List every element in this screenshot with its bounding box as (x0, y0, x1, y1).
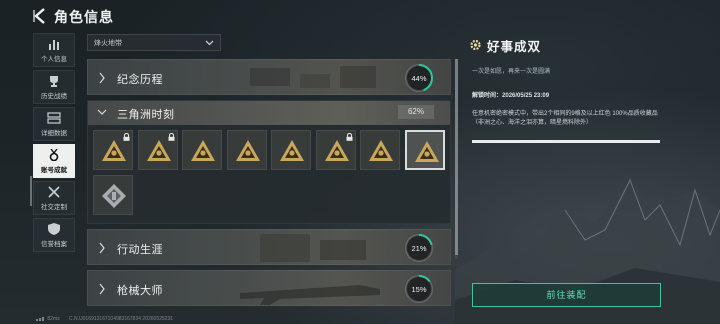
category-artwork (260, 234, 366, 262)
ping-value: 82ms (47, 316, 60, 322)
go-equip-button[interactable]: 前往装配 (472, 283, 661, 307)
achievement-gear-icon (470, 39, 481, 51)
badge-emblem-icon (235, 140, 260, 161)
progress-percent: 62% (398, 105, 434, 119)
build-id: C.N.U016913167104983167834 20260525231 (69, 316, 173, 322)
achievement-badge[interactable] (182, 130, 222, 170)
shield-icon (48, 222, 60, 235)
progress-ring: 44% (405, 64, 433, 92)
trophy-icon (50, 75, 58, 87)
lock-icon (168, 133, 174, 141)
achievement-badge[interactable] (360, 130, 400, 170)
tools-icon (48, 185, 60, 198)
sidebar-item-label: 信誉档案 (41, 240, 67, 248)
sidebar-item-details[interactable]: 详细数据 (33, 107, 75, 141)
badge-emblem-icon (146, 140, 171, 161)
progress-percent: 44% (411, 74, 426, 83)
achievement-progress-fill (472, 140, 660, 143)
achievement-badge[interactable] (404, 130, 445, 170)
footer-status: 82ms C.N.U016913167104983167834 20260525… (36, 316, 181, 322)
progress-percent: 15% (411, 285, 426, 294)
chevron-right-icon (99, 72, 105, 84)
chevron-down-icon (97, 109, 107, 115)
chevron-right-icon (99, 242, 105, 254)
sidebar-item-label: 历史战绩 (41, 92, 67, 100)
sidebar-item-label: 详细数据 (41, 129, 67, 137)
mode-filter-dropdown[interactable]: 烽火地带 (87, 34, 221, 51)
unlock-time: 解锁时间：2026/05/25 23:09 (472, 90, 549, 99)
dropdown-selected-value: 烽火地带 (94, 40, 122, 47)
sidebar: 个人信息 历史战绩 详细数据 账号成就 社交定制 信誉档案 (33, 33, 77, 255)
sidebar-item-label: 账号成就 (41, 166, 67, 174)
achievement-subtitle: 一次是如愿，再来一次是圆满 (472, 69, 551, 75)
page-title: 角色信息 (54, 9, 114, 25)
achievement-badge[interactable] (93, 130, 133, 170)
badge-emblem-icon (102, 140, 126, 161)
sidebar-item-achievements[interactable]: 账号成就 (33, 144, 75, 178)
bar-chart-icon (49, 39, 59, 50)
category-row-weapon-master[interactable]: 枪械大师 15% (87, 270, 451, 306)
back-arrow-icon[interactable] (32, 7, 48, 25)
badge-emblem-icon (324, 140, 349, 161)
medal-icon (49, 148, 59, 161)
badge-emblem-icon (191, 140, 215, 161)
sidebar-item-label: 个人信息 (41, 55, 67, 63)
achievement-badge[interactable] (137, 130, 178, 170)
category-artwork (250, 66, 376, 88)
sidebar-item-history[interactable]: 历史战绩 (33, 70, 75, 104)
chevron-down-icon (205, 40, 214, 46)
category-row-action-career[interactable]: 行动生涯 21% (87, 229, 451, 265)
lock-icon (123, 133, 130, 141)
category-artwork (240, 285, 380, 305)
progress-percent: 21% (411, 244, 426, 253)
achievement-category-list: 纪念历程 44% 三角洲时刻 62% 行动生涯 21% 枪械大师 15% (87, 59, 451, 324)
badge-emblem-icon (414, 141, 439, 162)
progress-ring: 21% (405, 234, 433, 262)
sidebar-active-marker (30, 176, 32, 206)
achievement-badge[interactable] (271, 130, 311, 170)
progress-ring: 15% (405, 275, 433, 303)
category-panel-delta-moments: 三角洲时刻 62% (87, 100, 451, 224)
sidebar-item-profile[interactable]: 个人信息 (33, 33, 75, 67)
header-bar: 角色信息 (0, 0, 720, 32)
list-scrollbar[interactable] (455, 59, 458, 255)
achievement-badge[interactable] (93, 175, 133, 215)
achievement-description: 任意机密绝密模式中，带出2个相同的9格及以上红色 100%品质收藏品（非洲之心、… (472, 111, 658, 126)
achievement-badge[interactable] (226, 130, 267, 170)
unlock-time-value: 2026/05/25 23:09 (502, 93, 550, 99)
category-name: 枪械大师 (117, 285, 163, 297)
achievement-progress-bar (472, 140, 660, 143)
data-panels-icon (47, 111, 61, 124)
achievement-badge[interactable] (315, 130, 356, 170)
badge-emblem-icon (369, 140, 393, 161)
lock-icon (346, 133, 352, 141)
badge-emblem-grey-icon (102, 184, 126, 208)
chevron-right-icon (99, 283, 105, 295)
category-name: 三角洲时刻 (117, 109, 175, 121)
achievement-title: 好事成双 (487, 40, 542, 54)
badge-emblem-icon (280, 140, 304, 161)
category-name: 纪念历程 (117, 74, 163, 86)
category-row-memorial[interactable]: 纪念历程 44% (87, 59, 451, 95)
signal-icon (36, 317, 44, 322)
unlock-time-label: 解锁时间： (472, 93, 503, 99)
category-name: 行动生涯 (117, 244, 163, 256)
category-row-delta-moments[interactable]: 三角洲时刻 62% (88, 101, 450, 125)
sidebar-item-social[interactable]: 社交定制 (33, 181, 75, 215)
sidebar-item-label: 社交定制 (41, 203, 67, 211)
sidebar-item-credit[interactable]: 信誉档案 (33, 218, 75, 252)
